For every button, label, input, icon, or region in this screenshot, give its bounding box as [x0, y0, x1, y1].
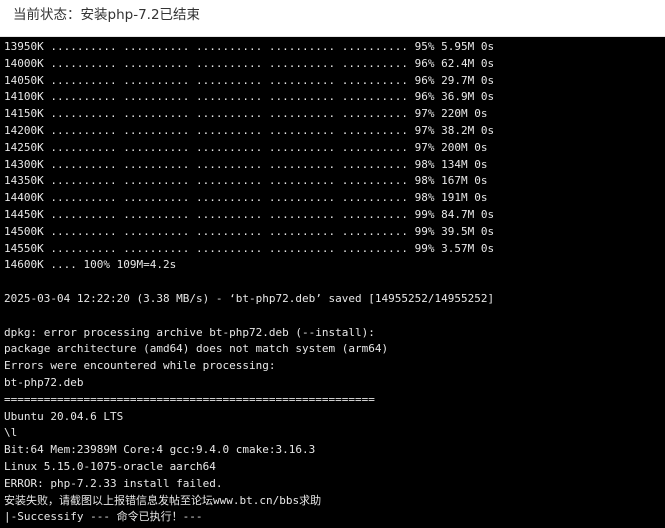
console-line: Ubuntu 20.04.6 LTS: [4, 409, 124, 423]
console-line: 14000K .......... .......... .......... …: [4, 56, 495, 70]
console-line: Linux 5.15.0-1075-oracle aarch64: [4, 459, 216, 473]
console-output[interactable]: 13950K .......... .......... .......... …: [0, 37, 665, 528]
console-line: 14300K .......... .......... .......... …: [4, 157, 488, 171]
console-line: 14200K .......... .......... .......... …: [4, 123, 495, 137]
console-line: |-Successify --- 命令已执行！---: [4, 510, 203, 524]
console-line: 14550K .......... .......... .......... …: [4, 241, 495, 255]
status-bar: 当前状态：安装php-7.2已结束: [0, 0, 665, 37]
status-text: 当前状态：安装php-7.2已结束: [13, 7, 201, 23]
console-line: bt-php72.deb: [4, 375, 84, 389]
console-line: Bit:64 Mem:23989M Core:4 gcc:9.4.0 cmake…: [4, 443, 316, 457]
console-line: 14350K .......... .......... .......... …: [4, 174, 488, 188]
console-line: 14150K .......... .......... .......... …: [4, 107, 488, 121]
console-line: 14450K .......... .......... .......... …: [4, 207, 495, 221]
console-line: package architecture (amd64) does not ma…: [4, 342, 389, 356]
console-line: 安装失败，请截图以上报错信息发帖至论坛www.bt.cn/bbs求助: [4, 493, 322, 507]
console-line: 14250K .......... .......... .......... …: [4, 140, 488, 154]
console-line: Errors were encountered while processing…: [4, 359, 276, 373]
console-line: 14050K .......... .......... .......... …: [4, 73, 495, 87]
console-line: \l: [4, 426, 18, 440]
console-lines: 13950K .......... .......... .......... …: [4, 39, 494, 526]
console-line: 14600K .... 100% 109M=4.2s: [4, 258, 177, 272]
console-line: 13950K .......... .......... .......... …: [4, 40, 495, 53]
console-line: 14100K .......... .......... .......... …: [4, 90, 495, 104]
console-line: 14500K .......... .......... .......... …: [4, 224, 495, 238]
console-line: 14400K .......... .......... .......... …: [4, 191, 488, 205]
console-line: 2025-03-04 12:22:20 (3.38 MB/s) - ‘bt-ph…: [4, 291, 495, 305]
console-line: ERROR: php-7.2.33 install failed.: [4, 476, 223, 490]
console-line: dpkg: error processing archive bt-php72.…: [4, 325, 375, 339]
console-line: ========================================…: [4, 392, 375, 406]
